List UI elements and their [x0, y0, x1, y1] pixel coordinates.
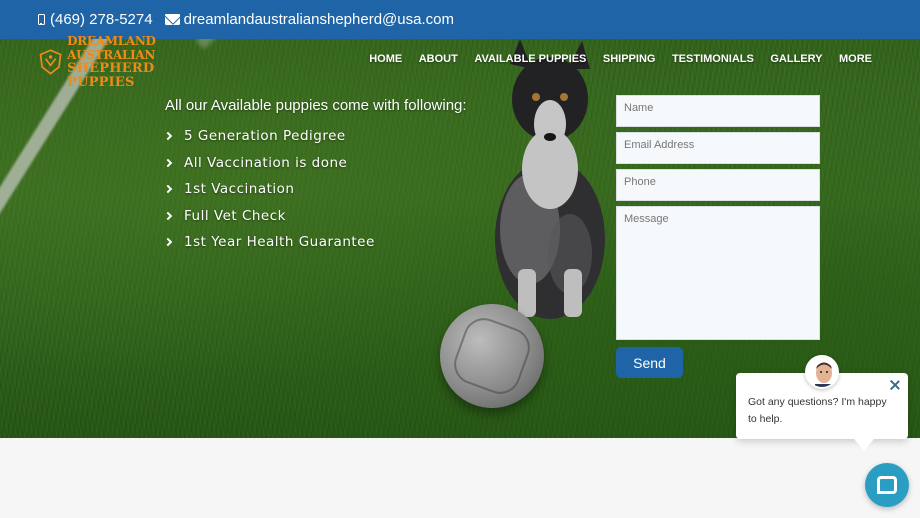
main-nav: HOME ABOUT AVAILABLE PUPPIES SHIPPING TE…	[353, 53, 872, 65]
nav-item-available-puppies[interactable]: AVAILABLE PUPPIES	[474, 53, 586, 65]
chevron-right-icon	[163, 132, 173, 141]
chat-bubble-icon	[877, 476, 897, 494]
chevron-right-icon	[163, 158, 173, 167]
features-intro: All our Available puppies come with foll…	[165, 97, 467, 114]
message-field[interactable]: Message	[616, 206, 820, 340]
chevron-right-icon	[163, 238, 173, 247]
features-block: All our Available puppies come with foll…	[163, 97, 467, 256]
close-icon[interactable]	[890, 380, 900, 390]
chevron-right-icon	[163, 185, 173, 194]
contact-form: Name Email Address Phone Message Send	[616, 95, 820, 378]
phone-icon	[38, 14, 45, 25]
list-item: 1st Vaccination	[163, 176, 467, 203]
chat-message: Got any questions? I'm happy to help.	[748, 396, 887, 425]
nav-item-testimonials[interactable]: TESTIMONIALS	[672, 53, 754, 65]
chevron-right-icon	[163, 211, 173, 220]
agent-avatar	[805, 355, 839, 389]
chat-launcher-button[interactable]	[865, 463, 909, 507]
list-item: Full Vet Check	[163, 203, 467, 230]
nav-item-gallery[interactable]: GALLERY	[770, 53, 822, 65]
email-contact[interactable]: dreamlandaustralianshepherd@usa.com	[164, 11, 454, 28]
phone-contact[interactable]: (469) 278-5274	[38, 11, 153, 28]
logo-text-line1: DREAMLAND AUSTRALIAN	[67, 34, 156, 62]
phone-field[interactable]: Phone	[616, 169, 820, 201]
envelope-icon	[164, 14, 180, 25]
list-item: All Vaccination is done	[163, 150, 467, 177]
nav-item-shipping[interactable]: SHIPPING	[603, 53, 656, 65]
nav-item-more[interactable]: MORE	[839, 53, 872, 65]
list-item: 5 Generation Pedigree	[163, 123, 467, 150]
features-list: 5 Generation Pedigree All Vaccination is…	[163, 123, 467, 256]
email-field[interactable]: Email Address	[616, 132, 820, 164]
logo-text-line2: SHEPHERD PUPPIES	[67, 61, 155, 90]
name-field[interactable]: Name	[616, 95, 820, 127]
email-address[interactable]: dreamlandaustralianshepherd@usa.com	[184, 11, 454, 28]
site-logo[interactable]: DREAMLAND AUSTRALIAN SHEPHERD PUPPIES	[38, 34, 218, 90]
send-button[interactable]: Send	[616, 347, 683, 378]
list-item: 1st Year Health Guarantee	[163, 229, 467, 256]
shield-logo-icon	[39, 49, 62, 75]
phone-number[interactable]: (469) 278-5274	[50, 11, 153, 28]
nav-item-about[interactable]: ABOUT	[419, 53, 458, 65]
nav-item-home[interactable]: HOME	[369, 53, 402, 65]
